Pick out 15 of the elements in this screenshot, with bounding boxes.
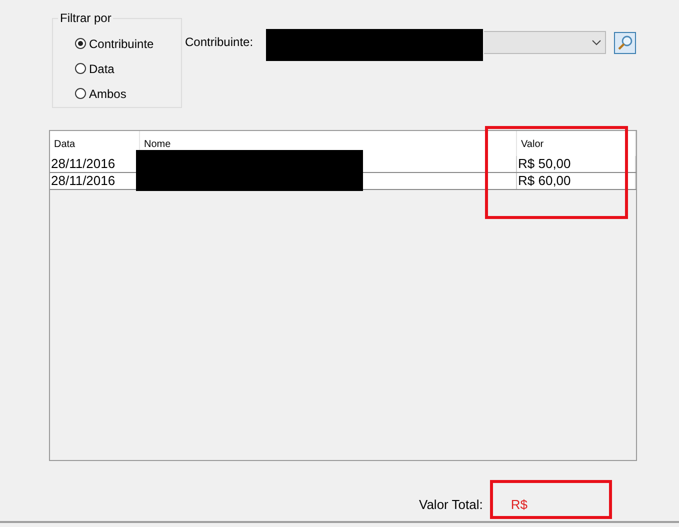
column-header[interactable]: Data [54,139,76,150]
radio-option[interactable]: Ambos [75,85,181,102]
search-button[interactable] [614,32,636,54]
table-cell: R$ 50,00 [517,156,636,172]
search-icon [617,35,633,51]
total-label: Valor Total: [419,497,483,512]
chevron-icon [592,40,601,46]
field-label: Contribuinte: [184,35,254,49]
table-cell: R$ 60,00 [517,173,636,189]
total-value: R$ [510,497,528,512]
column-header[interactable]: Valor [521,139,544,150]
radio-option[interactable]: Contribuinte [75,35,181,52]
column-header[interactable]: Nome [144,139,171,150]
group-title: Filtrar por [58,11,114,25]
radio-option[interactable]: Data [75,60,181,77]
